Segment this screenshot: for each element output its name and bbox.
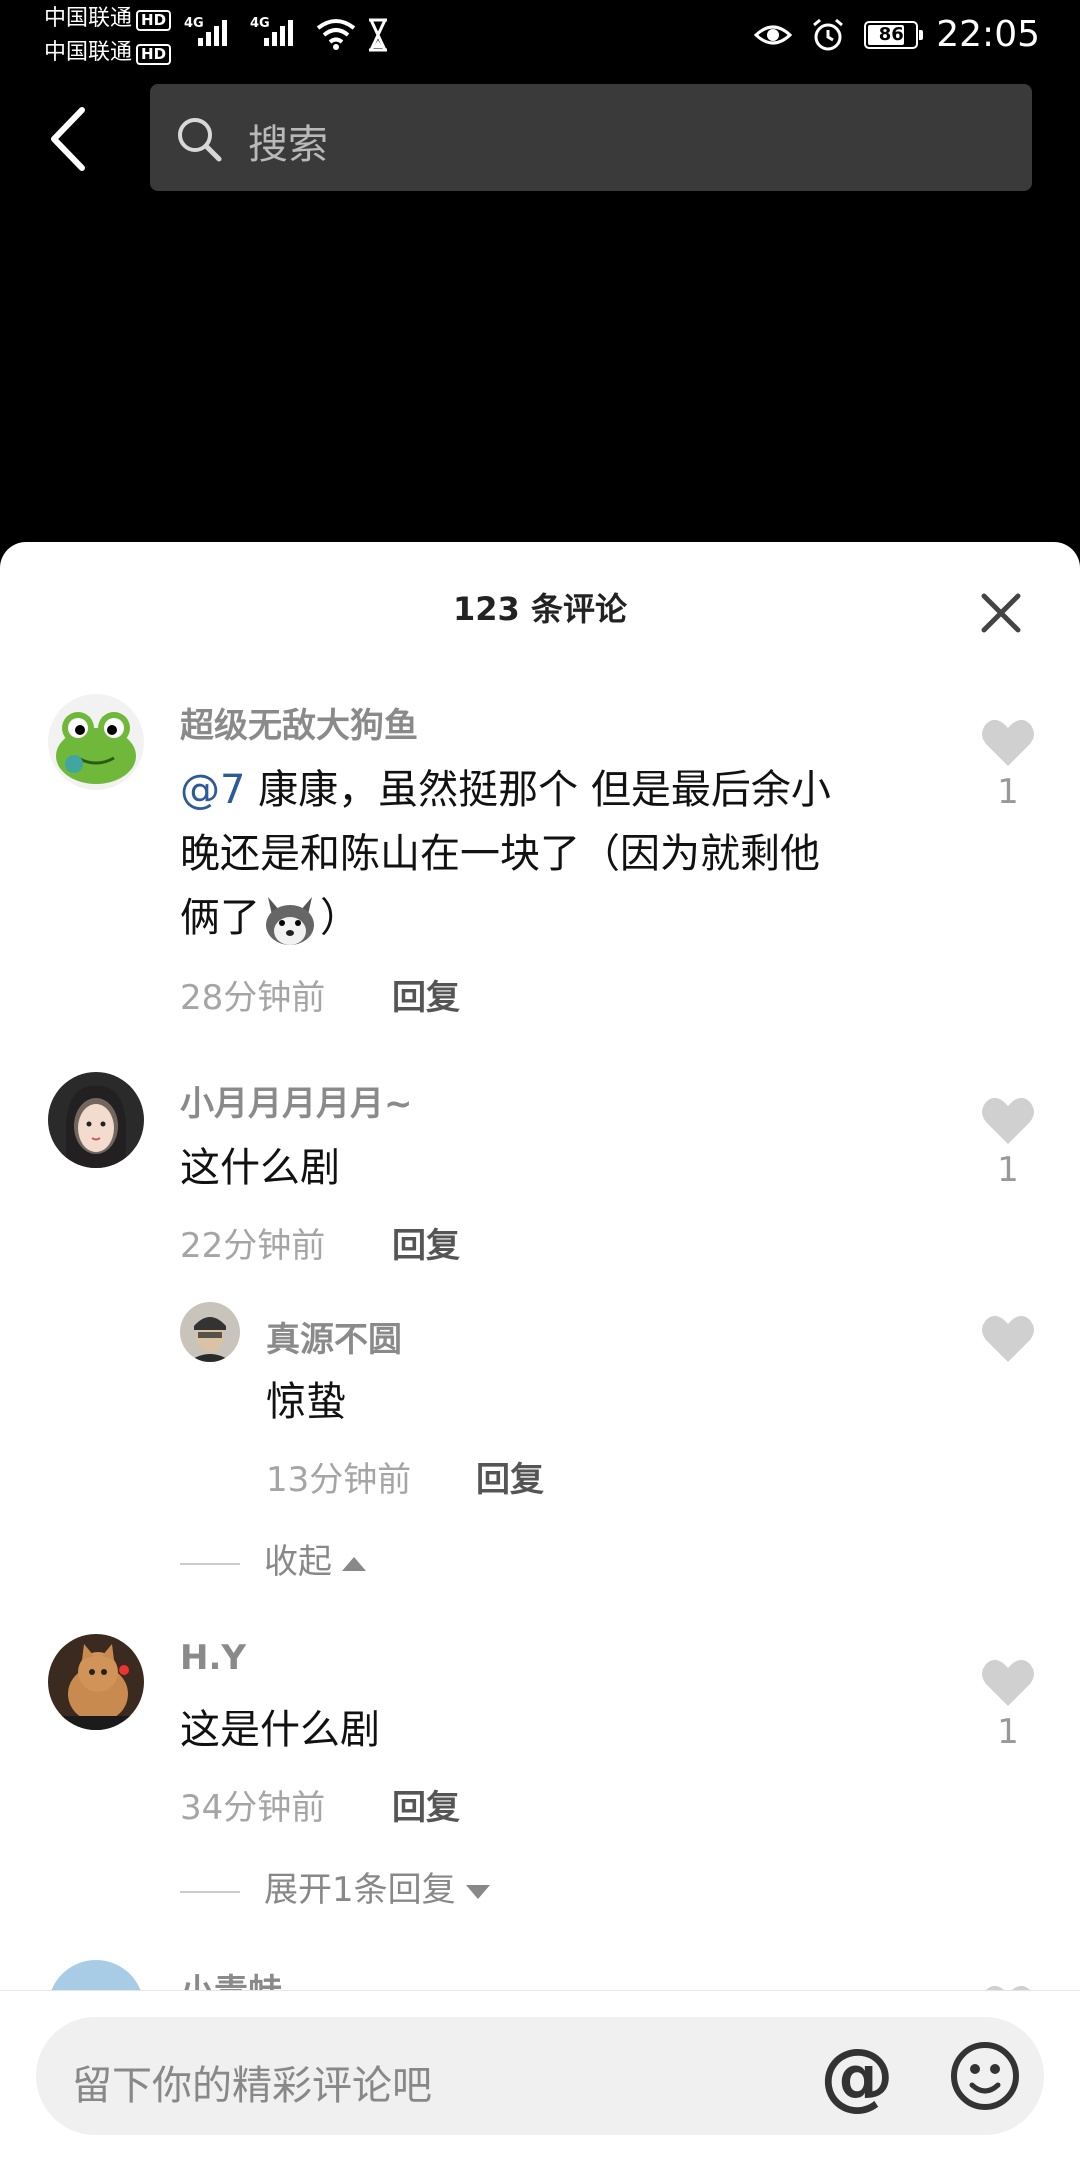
comment-line: 俩了	[180, 895, 260, 941]
search-icon	[178, 118, 222, 162]
comment-input[interactable]: 留下你的精彩评论吧 @	[36, 2017, 1044, 2135]
heart-icon[interactable]	[980, 716, 1036, 768]
reply-time: 13分钟前	[266, 1460, 412, 1500]
reply-button[interactable]: 回复	[476, 1452, 544, 1501]
network-type-2: 4G	[250, 16, 270, 31]
comment-text: 这什么剧	[180, 1145, 340, 1191]
avatar[interactable]	[48, 1634, 144, 1730]
carrier-2-label: 中国联通	[44, 40, 133, 65]
alarm-icon	[813, 18, 844, 50]
reply-username[interactable]: 真源不圆	[266, 1312, 402, 1361]
comment-text: @7 康康，虽然挺那个 但是最后余小 晚还是和陈山在一块了（因为就剩他 俩了 ）	[180, 758, 940, 950]
collapse-label: 收起	[264, 1542, 332, 1582]
comment-time: 22分钟前	[180, 1226, 326, 1266]
expand-replies[interactable]: 展开1条回复	[180, 1862, 490, 1911]
comment-username[interactable]: 超级无敌大狗鱼	[180, 698, 418, 747]
carrier-1: 中国联通 HD	[44, 6, 172, 32]
girl-avatar-icon	[48, 1072, 144, 1168]
collapse-replies[interactable]: 收起	[180, 1534, 366, 1583]
mention-link[interactable]: @7	[180, 767, 245, 813]
reply-button[interactable]: 回复	[392, 1218, 460, 1267]
reply-button[interactable]: 回复	[392, 1780, 460, 1829]
triangle-down-icon	[465, 1884, 490, 1899]
emoji-icon[interactable]	[950, 2041, 1020, 2111]
hourglass-icon	[369, 18, 387, 52]
comment-username[interactable]: 小月月月月月~	[180, 1076, 413, 1125]
status-right: 86 22:05	[754, 14, 1040, 55]
status-bar: 中国联通 HD 中国联通 HD 4G 4G 86 22:05	[0, 0, 1080, 72]
comment-time: 34分钟前	[180, 1788, 326, 1828]
man-avatar-icon	[180, 1302, 240, 1362]
reply-text: 惊蛰	[266, 1379, 346, 1425]
heart-icon[interactable]	[980, 1656, 1036, 1708]
close-icon[interactable]	[980, 592, 1022, 634]
heart-icon[interactable]	[980, 1094, 1036, 1146]
comment-line: ）	[320, 895, 360, 941]
reply-button[interactable]: 回复	[392, 970, 460, 1019]
clock: 22:05	[936, 14, 1040, 55]
comment-line: 康康，虽然挺那个 但是最后余小	[258, 767, 831, 813]
triangle-up-icon	[342, 1556, 366, 1571]
hd-badge: HD	[136, 10, 172, 31]
search-placeholder: 搜索	[248, 122, 328, 168]
avatar[interactable]	[48, 1072, 144, 1168]
like-count: 1	[997, 772, 1019, 812]
comment-placeholder: 留下你的精彩评论吧	[72, 2063, 432, 2109]
eye-icon	[754, 25, 793, 44]
back-icon[interactable]	[46, 104, 90, 174]
cat-avatar-icon	[48, 1634, 144, 1730]
comment-sheet: 123 条评论 超级无敌大狗鱼 @7 康康，虽然挺那个 但是最后余小 晚还是和陈…	[0, 542, 1080, 2160]
battery-level: 86	[878, 23, 904, 45]
expand-label: 展开1条回复	[264, 1870, 456, 1910]
frog-avatar-icon	[48, 694, 144, 790]
like-count: 1	[997, 1150, 1019, 1190]
like-count: 1	[997, 1712, 1019, 1752]
hd-badge: HD	[136, 44, 172, 65]
network-type-1: 4G	[184, 16, 204, 31]
carrier-2: 中国联通 HD	[44, 40, 172, 66]
comment-time: 28分钟前	[180, 978, 326, 1018]
mention-button[interactable]: @	[820, 2039, 894, 2113]
carrier-1-label: 中国联通	[44, 6, 133, 31]
divider-line	[180, 1562, 240, 1565]
wifi-icon	[316, 19, 356, 50]
comment-text: 这是什么剧	[180, 1707, 380, 1753]
search-bar[interactable]: 搜索	[150, 84, 1032, 191]
comment-input-bar: 留下你的精彩评论吧 @	[0, 1990, 1080, 2161]
husky-emoji-icon	[266, 897, 314, 945]
avatar[interactable]	[48, 694, 144, 790]
comment-username[interactable]: H.Y	[180, 1638, 246, 1678]
divider-line	[180, 1890, 240, 1893]
comment-count-title: 123 条评论	[453, 590, 627, 628]
avatar[interactable]	[180, 1302, 240, 1362]
battery-icon: 86	[864, 20, 924, 49]
comment-line: 晚还是和陈山在一块了（因为就剩他	[180, 831, 820, 877]
heart-icon[interactable]	[980, 1312, 1036, 1364]
